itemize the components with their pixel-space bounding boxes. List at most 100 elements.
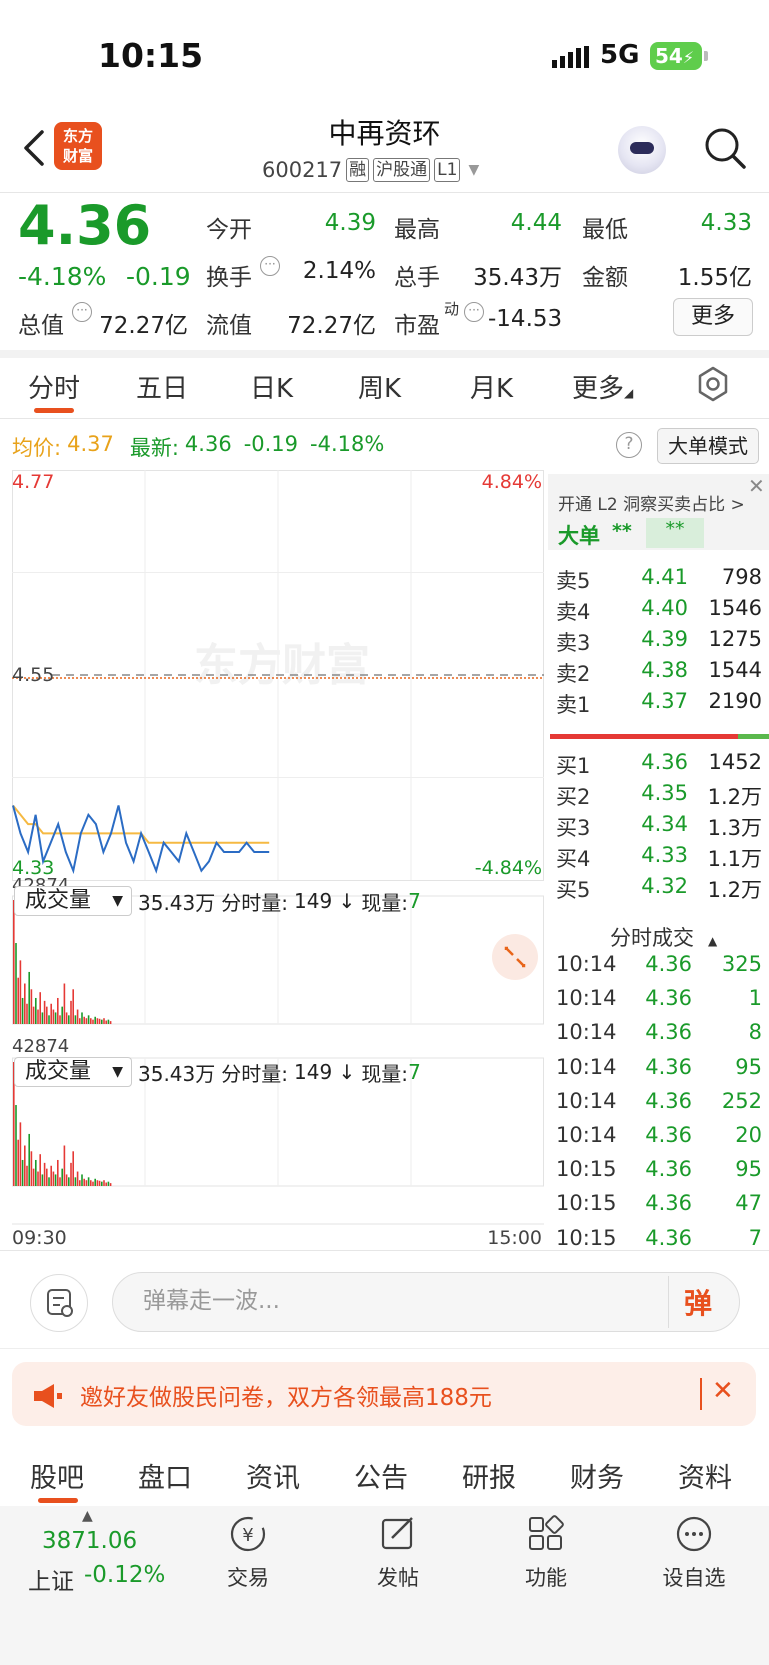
tick-volume: 7 xyxy=(748,1225,762,1250)
tab-research[interactable]: 研报 xyxy=(462,1456,516,1495)
tick-trades-title[interactable]: 分时成交 ▲ xyxy=(610,922,717,952)
more-info-icon[interactable]: ··· xyxy=(72,302,92,322)
volume-bar xyxy=(74,1015,77,1024)
indicator-select-value: 成交量 xyxy=(25,888,92,913)
tab-financials[interactable]: 财务 xyxy=(570,1456,624,1495)
bid-label: 买2 xyxy=(556,785,591,809)
change-value: -0.19 xyxy=(126,262,191,291)
intraday-chart[interactable]: 东方财富 4.77 4.84% 4.55 4.33 -4.84% 42874 4… xyxy=(12,470,544,1250)
avg-value: 4.37 xyxy=(67,432,114,456)
edit-icon xyxy=(381,1517,413,1550)
volume-bar xyxy=(85,1180,88,1186)
close-icon[interactable]: ✕ xyxy=(712,1376,734,1406)
close-icon[interactable]: ✕ xyxy=(748,474,765,498)
high-value: 4.44 xyxy=(510,210,562,236)
volume-bar xyxy=(92,1181,94,1186)
index-value[interactable]: 3871.06 xyxy=(42,1528,137,1554)
indicator-select[interactable]: 成交量 ▼ xyxy=(14,1057,132,1087)
amount-label: 金额 xyxy=(582,265,628,291)
tick-time: 10:15 xyxy=(556,1191,617,1216)
footer-post-label: 发帖 xyxy=(377,1566,419,1590)
volume-bar xyxy=(79,1018,81,1024)
ask-label: 卖2 xyxy=(556,662,591,686)
latest-change: -0.19 xyxy=(243,432,299,456)
volume-bar xyxy=(101,1181,103,1186)
tick-time: 10:14 xyxy=(556,986,617,1011)
turnover-label: 换手 xyxy=(206,265,252,291)
volume-bar xyxy=(92,1019,94,1024)
index-change-pct[interactable]: -0.12% xyxy=(84,1562,165,1588)
tab-handicap[interactable]: 盘口 xyxy=(138,1456,192,1495)
volume-bar xyxy=(32,1168,35,1186)
ask-row: 卖2 4.38 1544 xyxy=(556,658,762,688)
tab-weekly-k[interactable]: 周K xyxy=(358,368,401,405)
big-order-mode-button[interactable]: 大单模式 xyxy=(657,428,759,464)
tick-volume: 8 xyxy=(748,1020,762,1045)
volume-bar xyxy=(46,1006,48,1024)
bid-row: 买3 4.34 1.3万 xyxy=(556,812,762,842)
tab-intraday[interactable]: 分时 xyxy=(28,368,80,405)
volume-bar xyxy=(59,1177,61,1186)
chart-grid xyxy=(12,470,544,1225)
tab-daily-k[interactable]: 日K xyxy=(250,368,293,405)
tick-price: 4.36 xyxy=(645,1123,692,1147)
ask-volume: 798 xyxy=(721,565,762,589)
ask-row: 卖4 4.40 1546 xyxy=(556,596,762,626)
float-value: 72.27亿 xyxy=(287,313,376,339)
volume-bar xyxy=(109,1021,112,1024)
bid-volume: 1.1万 xyxy=(707,847,762,871)
expand-icon[interactable] xyxy=(492,934,538,980)
divider xyxy=(700,1378,702,1410)
danmu-input[interactable]: 弹幕走一波... xyxy=(112,1272,740,1332)
footer-functions[interactable]: 功能 xyxy=(496,1514,596,1592)
gear-icon[interactable] xyxy=(695,366,731,402)
latest-pct: -4.18% xyxy=(310,432,385,456)
more-info-icon[interactable]: ··· xyxy=(260,256,280,276)
footer-post[interactable]: 发帖 xyxy=(348,1514,448,1592)
volume-bar xyxy=(43,1000,46,1024)
tab-forum[interactable]: 股吧 xyxy=(30,1456,84,1495)
tab-five-day[interactable]: 五日 xyxy=(136,368,188,405)
pct-top-label: 4.84% xyxy=(482,471,542,493)
interval-label: 分时量: xyxy=(221,890,289,915)
tick-volume: 20 xyxy=(735,1123,762,1147)
danmu-button[interactable]: 弹 xyxy=(684,1282,712,1322)
more-info-icon[interactable]: ··· xyxy=(464,302,484,322)
help-icon[interactable]: ? xyxy=(616,432,642,458)
search-icon[interactable] xyxy=(703,126,747,170)
volume-bar xyxy=(46,1168,48,1186)
volume-bar xyxy=(24,983,26,1024)
margin-tag: 融 xyxy=(346,158,370,182)
banner-text[interactable]: 邀好友做股民问卷，双方各领最高188元 xyxy=(80,1378,492,1412)
footer-trade[interactable]: ¥ 交易 xyxy=(198,1514,298,1592)
stock-code-row[interactable]: 600217 融 沪股通 L1 ▼ xyxy=(262,158,479,182)
footer-watchlist[interactable]: 设自选 xyxy=(644,1514,744,1592)
indicator-select[interactable]: 成交量 ▼ xyxy=(14,886,132,916)
ask-volume: 2190 xyxy=(708,689,762,713)
volume-bar xyxy=(32,1006,35,1024)
bid-price: 4.34 xyxy=(641,812,688,836)
more-button[interactable]: 更多 xyxy=(673,298,753,336)
tab-news[interactable]: 资讯 xyxy=(246,1456,300,1495)
index-name[interactable]: 上证 xyxy=(28,1562,74,1596)
volume-bar xyxy=(15,1105,17,1186)
tab-more-label: 更多 xyxy=(572,374,625,404)
x-end-label: 15:00 xyxy=(487,1227,542,1249)
bid-volume: 1.3万 xyxy=(707,816,762,840)
tab-profile[interactable]: 资料 xyxy=(678,1456,732,1495)
tick-time: 10:14 xyxy=(556,1054,617,1079)
volume-bar xyxy=(81,1012,83,1024)
level-tag: L1 xyxy=(434,158,461,182)
tab-announcements[interactable]: 公告 xyxy=(354,1456,408,1495)
comment-list-icon[interactable] xyxy=(30,1274,88,1332)
bid-label: 买3 xyxy=(556,816,591,840)
indicator-select-value: 成交量 xyxy=(25,1059,92,1084)
low-value: 4.33 xyxy=(700,210,752,236)
volume-bar xyxy=(17,1139,19,1186)
volume-bar xyxy=(30,989,33,1024)
tick-volume: 95 xyxy=(735,1157,762,1182)
volume-bar xyxy=(109,1183,112,1186)
tab-more[interactable]: 更多◢ xyxy=(572,368,633,405)
tab-monthly-k[interactable]: 月K xyxy=(470,368,513,405)
l2-promo-link[interactable]: 开通 L2 洞察买卖占比 > xyxy=(558,490,745,515)
